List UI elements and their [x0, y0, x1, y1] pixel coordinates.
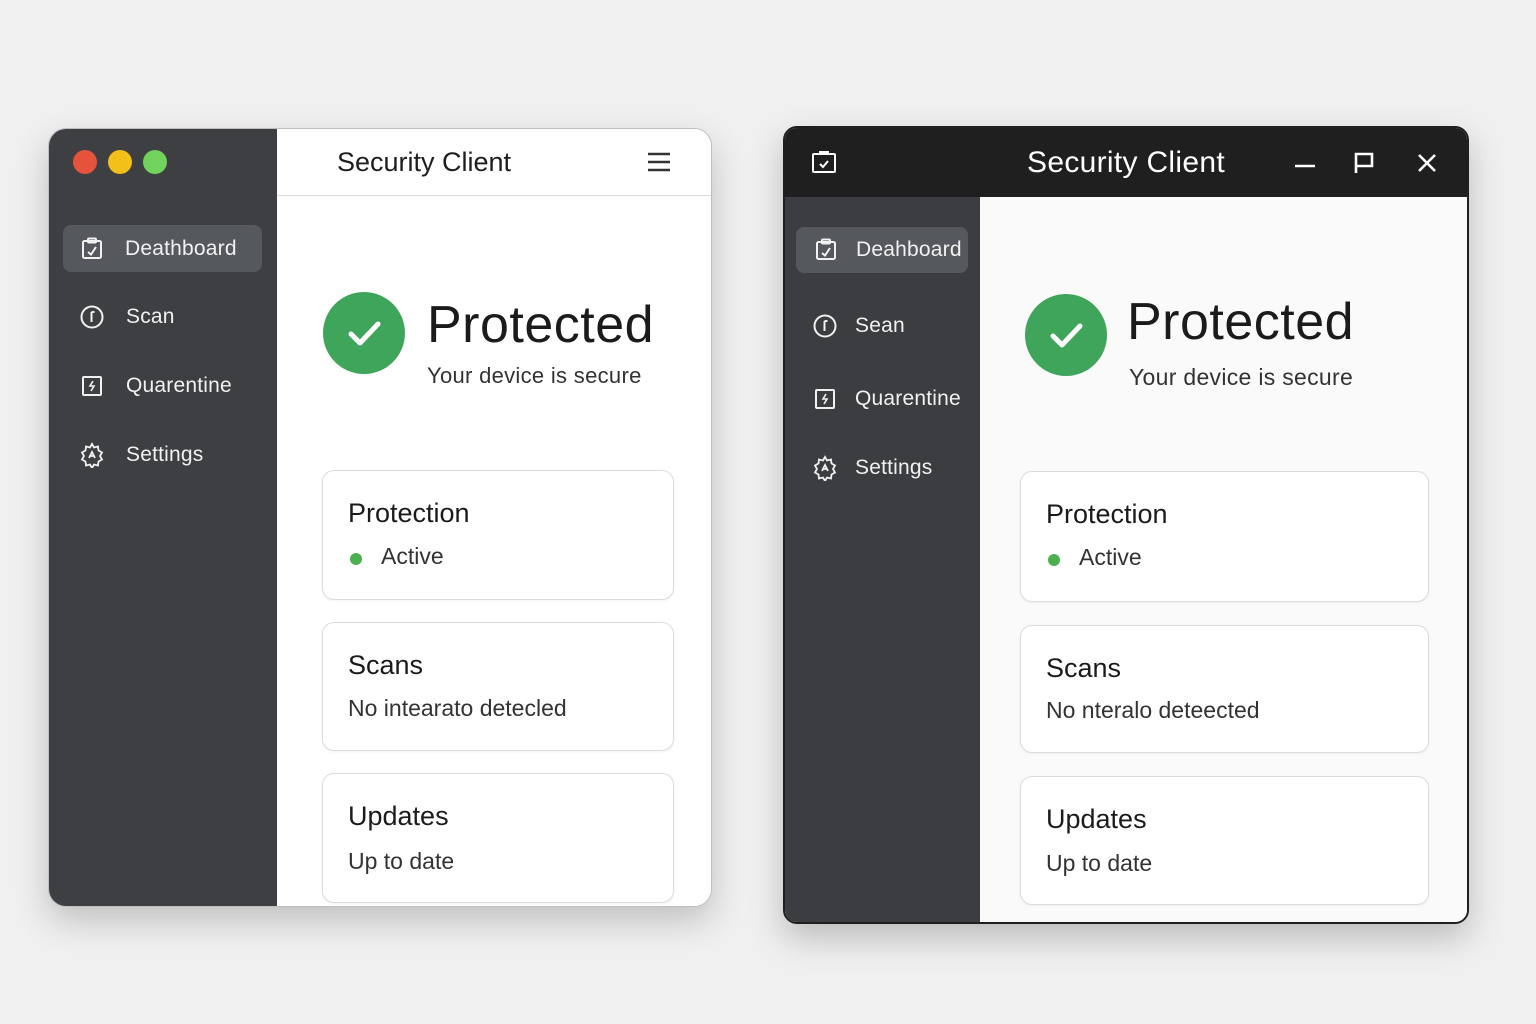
settings-gear-icon — [80, 442, 104, 468]
title-bar: Security Client — [277, 129, 711, 196]
main-content: Protected Your device is secure Protecti… — [277, 197, 711, 906]
sidebar-item-label: Quarentine — [855, 387, 961, 410]
window-title: Security Client — [337, 147, 512, 177]
protection-status-title: Protected — [427, 296, 655, 354]
mac-security-client-window: Deathboard Scan Quarentine Settings Secu… — [48, 128, 712, 907]
window-controls — [73, 150, 167, 174]
status-dot-icon — [1048, 554, 1060, 566]
scan-icon — [80, 305, 104, 329]
sidebar-item-quarantine[interactable]: Quarentine — [812, 384, 961, 414]
protected-check-icon — [323, 292, 405, 374]
sidebar-item-dashboard[interactable]: Deathboard — [63, 225, 262, 272]
title-bar: Security Client — [785, 128, 1467, 197]
sidebar-item-label: Settings — [855, 456, 933, 479]
scans-card[interactable]: Scans No nteralo deteected — [1020, 625, 1429, 753]
sidebar: Deathboard Scan Quarentine Settings — [49, 129, 277, 906]
updates-card[interactable]: Updates Up to date — [1020, 776, 1429, 905]
close-window-button[interactable] — [73, 150, 97, 174]
settings-gear-icon — [813, 455, 837, 481]
updates-card[interactable]: Updates Up to date — [322, 773, 674, 903]
protection-status-subtitle: Your device is secure — [427, 363, 642, 388]
sidebar-item-label: Quarentine — [126, 374, 232, 397]
protection-status: Active — [381, 543, 444, 569]
protection-status: Active — [1079, 544, 1142, 570]
sidebar-item-scan[interactable]: Sean — [812, 311, 905, 341]
scans-status: No intearato detecled — [348, 695, 567, 721]
protected-check-icon — [1025, 294, 1107, 376]
updates-status: Up to date — [1046, 850, 1153, 876]
zoom-window-button[interactable] — [143, 150, 167, 174]
protection-card[interactable]: Protection Active — [1020, 471, 1429, 602]
protection-status-subtitle: Your device is secure — [1129, 364, 1354, 390]
sidebar-item-dashboard[interactable]: Deahboard — [796, 227, 968, 273]
windows-security-client-window: Security Client Deahboard Sean Quarentin… — [783, 126, 1469, 924]
minimize-window-button[interactable] — [108, 150, 132, 174]
card-title: Updates — [1046, 804, 1147, 834]
card-title: Scans — [1046, 653, 1122, 683]
scans-card[interactable]: Scans No intearato detecled — [322, 622, 674, 751]
sidebar-item-settings[interactable]: Settings — [812, 453, 932, 483]
sidebar-item-label: Sean — [855, 314, 905, 337]
sidebar-item-scan[interactable]: Scan — [79, 302, 175, 332]
main-content: Protected Your device is secure Protecti… — [980, 197, 1467, 922]
sidebar-item-settings[interactable]: Settings — [79, 440, 203, 470]
sidebar: Deahboard Sean Quarentine Settings — [785, 197, 980, 922]
card-title: Scans — [348, 650, 424, 680]
dashboard-icon — [816, 238, 836, 260]
sidebar-item-label: Scan — [126, 305, 175, 328]
protection-card[interactable]: Protection Active — [322, 470, 674, 600]
card-title: Protection — [348, 498, 470, 528]
sidebar-item-label: Deahboard — [856, 238, 962, 261]
sidebar-item-quarantine[interactable]: Quarentine — [79, 371, 232, 401]
sidebar-item-label: Settings — [126, 443, 204, 466]
scan-icon — [813, 314, 837, 338]
quarantine-icon — [82, 376, 102, 396]
dashboard-icon — [82, 237, 102, 259]
scans-status: No nteralo deteected — [1046, 697, 1260, 723]
hamburger-menu-icon[interactable] — [647, 152, 671, 172]
sidebar-item-label: Deathboard — [125, 236, 237, 260]
maximize-icon[interactable] — [1349, 148, 1379, 178]
card-title: Updates — [348, 801, 449, 831]
status-dot-icon — [350, 553, 362, 565]
protection-status-title: Protected — [1127, 293, 1355, 351]
close-icon[interactable] — [1412, 148, 1442, 178]
minimize-icon[interactable] — [1290, 148, 1320, 178]
quarantine-icon — [815, 389, 835, 409]
updates-status: Up to date — [348, 848, 455, 874]
card-title: Protection — [1046, 499, 1168, 529]
